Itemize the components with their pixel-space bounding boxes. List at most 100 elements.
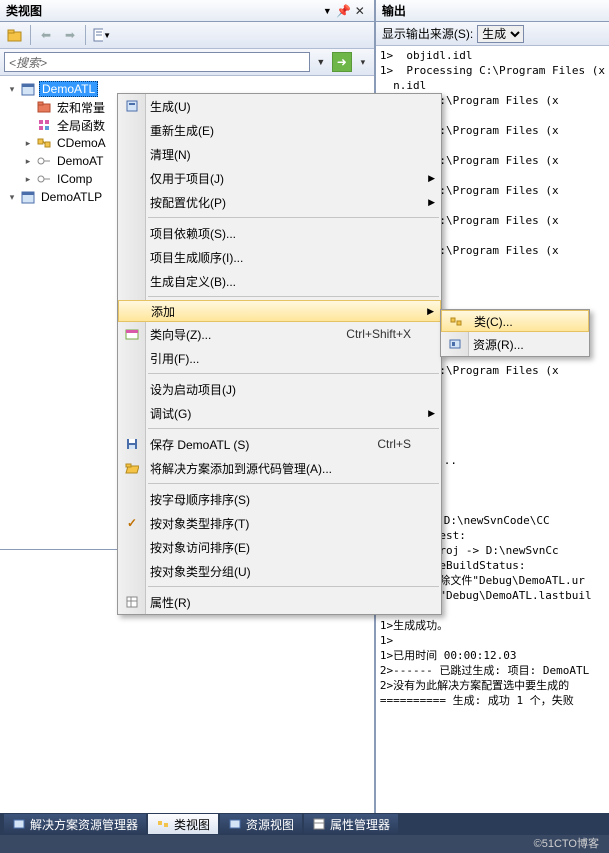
search-options-icon[interactable]: ▾	[356, 57, 370, 68]
menu-item[interactable]: 引用(F)...	[118, 346, 441, 370]
tree-label: 宏和常量	[55, 99, 107, 116]
new-folder-button[interactable]	[4, 24, 26, 46]
funcs-icon	[36, 117, 52, 133]
class-add-icon	[446, 311, 466, 331]
menu-label: 生成(U)	[150, 98, 191, 115]
search-bar: ▼ ➜ ▾	[0, 49, 374, 76]
output-title-bar: 输出	[376, 0, 609, 22]
settings-button[interactable]: ▼	[90, 24, 112, 46]
forward-button[interactable]: ➡	[59, 24, 81, 46]
close-icon[interactable]: ✕	[352, 0, 368, 22]
expand-icon[interactable]	[22, 101, 34, 113]
menu-item[interactable]: 仅用于项目(J) ▶	[118, 166, 441, 190]
submenu-arrow-icon: ▶	[428, 173, 435, 184]
menu-item[interactable]: 调试(G) ▶	[118, 401, 441, 425]
search-input[interactable]	[4, 52, 310, 72]
tab-label: 解决方案资源管理器	[30, 816, 138, 833]
menu-item[interactable]: 资源(R)...	[441, 332, 589, 356]
pin-icon[interactable]: 📌	[336, 0, 352, 22]
class-view-icon	[156, 817, 170, 831]
menu-label: 重新生成(E)	[150, 122, 214, 139]
blank-icon	[122, 144, 142, 164]
output-toolbar: 显示输出来源(S): 生成	[376, 22, 609, 46]
output-source-select[interactable]: 生成	[477, 25, 524, 43]
menu-item[interactable]: ✓ 按对象类型排序(T)	[118, 511, 441, 535]
menu-item[interactable]: 设为启动项目(J)	[118, 377, 441, 401]
expand-icon[interactable]: ▸	[22, 173, 34, 185]
panel-title-bar: 类视图 ▼ 📌 ✕	[0, 0, 374, 22]
tree-label: IComp	[55, 172, 94, 186]
menu-item[interactable]: 项目依赖项(S)...	[118, 221, 441, 245]
expand-icon[interactable]: ▸	[22, 155, 34, 167]
tree-label: CDemoA	[55, 136, 108, 150]
menu-item[interactable]: 按对象类型分组(U)	[118, 559, 441, 583]
back-button[interactable]: ⬅	[35, 24, 57, 46]
prop-mgr-icon	[312, 817, 326, 831]
blank-icon	[122, 120, 142, 140]
menu-item[interactable]: 生成(U)	[118, 94, 441, 118]
menu-label: 清理(N)	[150, 146, 191, 163]
class-view-toolbar: ⬅ ➡ ▼	[0, 22, 374, 49]
menu-item[interactable]: 保存 DemoATL (S) Ctrl+S	[118, 432, 441, 456]
tree-label: DemoATLP	[39, 190, 104, 204]
menu-item[interactable]: 生成自定义(B)...	[118, 269, 441, 293]
blank-icon	[122, 379, 142, 399]
check-icon: ✓	[122, 513, 142, 533]
save-icon	[122, 434, 142, 454]
menu-item[interactable]: 清理(N)	[118, 142, 441, 166]
bottom-tab-bar: 解决方案资源管理器类视图 资源视图 属性管理器	[0, 813, 609, 835]
menu-label: 保存 DemoATL (S)	[150, 436, 249, 453]
submenu-arrow-icon: ▶	[428, 197, 435, 208]
menu-label: 按对象类型分组(U)	[150, 563, 251, 580]
tree-label: DemoATL	[39, 81, 98, 97]
menu-item[interactable]: 添加▶	[118, 300, 441, 322]
menu-item[interactable]: 将解决方案添加到源代码管理(A)...	[118, 456, 441, 480]
dropdown-icon[interactable]: ▼	[323, 0, 332, 22]
expand-icon[interactable]: ▾	[6, 191, 18, 203]
blank-icon	[122, 561, 142, 581]
sln-icon	[12, 817, 26, 831]
menu-item[interactable]: 重新生成(E)	[118, 118, 441, 142]
context-menu: 生成(U)重新生成(E)清理(N)仅用于项目(J)▶按配置优化(P)▶项目依赖项…	[117, 93, 442, 615]
blank-icon	[122, 223, 142, 243]
menu-item[interactable]: 按对象访问排序(E)	[118, 535, 441, 559]
expand-icon[interactable]: ▾	[6, 83, 18, 95]
menu-label: 属性(R)	[150, 594, 191, 611]
tab-资源视图[interactable]: 资源视图	[220, 814, 302, 834]
blank-icon	[122, 271, 142, 291]
blank-icon	[122, 537, 142, 557]
blank-icon	[122, 168, 142, 188]
menu-item[interactable]: 属性(R)	[118, 590, 441, 614]
tab-label: 资源视图	[246, 816, 294, 833]
tab-label: 属性管理器	[330, 816, 390, 833]
menu-label: 调试(G)	[150, 405, 191, 422]
submenu-arrow-icon: ▶	[428, 408, 435, 419]
search-go-button[interactable]: ➜	[332, 52, 352, 72]
menu-item[interactable]: 按字母顺序排序(S)	[118, 487, 441, 511]
search-dropdown-icon[interactable]: ▼	[314, 57, 328, 67]
menu-label: 仅用于项目(J)	[150, 170, 224, 187]
menu-label: 按对象类型排序(T)	[150, 515, 249, 532]
tree-label: DemoAT	[55, 154, 105, 168]
menu-item[interactable]: 类向导(Z)...Ctrl+Shift+X	[118, 322, 441, 346]
menu-item[interactable]: 项目生成顺序(I)...	[118, 245, 441, 269]
build-icon	[122, 96, 142, 116]
expand-icon[interactable]: ▸	[22, 137, 34, 149]
expand-icon[interactable]	[22, 119, 34, 131]
tab-解决方案资源管理器[interactable]: 解决方案资源管理器	[4, 814, 146, 834]
tab-属性管理器[interactable]: 属性管理器	[304, 814, 398, 834]
menu-item[interactable]: 按配置优化(P)▶	[118, 190, 441, 214]
menu-label: 添加	[151, 303, 175, 320]
resource-icon	[445, 334, 465, 354]
menu-shortcut: Ctrl+S	[377, 437, 411, 451]
blank-icon	[123, 301, 143, 321]
menu-label: 生成自定义(B)...	[150, 273, 236, 290]
menu-label: 引用(F)...	[150, 350, 199, 367]
tab-类视图[interactable]: 类视图	[148, 814, 218, 834]
blank-icon	[122, 192, 142, 212]
menu-label: 类向导(Z)...	[150, 326, 211, 343]
menu-label: 项目依赖项(S)...	[150, 225, 236, 242]
class-icon	[36, 135, 52, 151]
menu-label: 项目生成顺序(I)...	[150, 249, 243, 266]
menu-item[interactable]: 类(C)...	[441, 310, 589, 332]
